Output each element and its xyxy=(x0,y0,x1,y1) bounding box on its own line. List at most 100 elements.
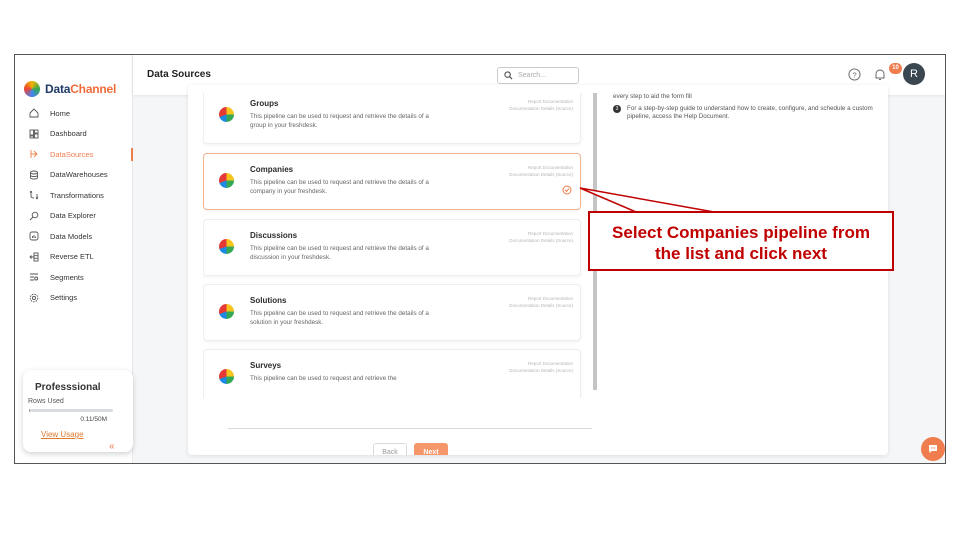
logo-icon xyxy=(24,81,40,97)
divider xyxy=(228,428,592,429)
pipeline-title: Discussions xyxy=(250,231,298,240)
chat-icon xyxy=(929,445,937,453)
sidebar-item-label: Home xyxy=(50,108,71,118)
pipeline-doc-links: Report Documentation Documentation Detail… xyxy=(509,360,573,374)
sidebar-item-label: Data Explorer xyxy=(50,211,96,221)
notification-badge: 10 xyxy=(889,63,902,74)
step-text: For a step-by-step guide to understand h… xyxy=(627,105,873,120)
instruction-callout: Select Companies pipeline from the list … xyxy=(588,211,894,271)
pipeline-description: This pipeline can be used to request and… xyxy=(250,113,429,129)
chat-button[interactable] xyxy=(921,437,945,461)
sidebar-item-label: Settings xyxy=(50,293,78,303)
search-input[interactable]: Search... xyxy=(497,67,579,84)
documentation-details-link[interactable]: Documentation Details (Source) xyxy=(509,367,573,374)
segments-icon xyxy=(29,272,39,282)
sidebar-item-label: DataWarehouses xyxy=(50,170,108,180)
pipeline-logo-icon xyxy=(219,173,234,188)
svg-text:?: ? xyxy=(852,70,856,79)
report-documentation-link[interactable]: Report Documentation xyxy=(509,360,573,367)
sidebar-item-label: Transformations xyxy=(50,190,104,200)
pipeline-logo-icon xyxy=(219,107,234,122)
help-icon[interactable]: ? xyxy=(848,68,861,81)
pipeline-card-companies[interactable]: Companies This pipeline can be used to r… xyxy=(203,153,581,210)
pipeline-card-surveys[interactable]: Surveys This pipeline can be used to req… xyxy=(203,349,581,398)
sidebar-item-dashboard[interactable]: Dashboard xyxy=(15,124,133,145)
sidebar-item-reverse-etl[interactable]: Reverse ETL xyxy=(15,247,133,268)
pipeline-title: Surveys xyxy=(250,361,282,370)
sidebar-item-transformations[interactable]: Transformations xyxy=(15,185,133,206)
plan-card: Professsional Rows Used 0.11/50M View Us… xyxy=(23,370,133,452)
brand-logo[interactable]: DataChannel xyxy=(24,81,116,97)
sidebar-item-label: Dashboard xyxy=(50,129,87,139)
collapse-sidebar-icon[interactable]: « xyxy=(109,441,115,452)
help-step: 3 For a step-by-step guide to understand… xyxy=(613,105,873,121)
plan-name: Professsional xyxy=(35,382,101,393)
sidebar-item-label: DataSources xyxy=(50,149,94,159)
pipeline-title: Companies xyxy=(250,165,294,174)
sidebar-item-datasources[interactable]: DataSources xyxy=(15,144,133,165)
pipeline-description: This pipeline can be used to request and… xyxy=(250,375,397,382)
callout-line-2: the list and click next xyxy=(655,244,827,263)
view-usage-link[interactable]: View Usage xyxy=(41,430,84,439)
datasources-icon xyxy=(29,149,39,159)
pipeline-card-solutions[interactable]: Solutions This pipeline can be used to r… xyxy=(203,284,581,341)
sidebar-item-settings[interactable]: Settings xyxy=(15,288,133,309)
next-button[interactable]: Next xyxy=(414,443,448,455)
callout-line-1: Select Companies pipeline from xyxy=(612,223,870,242)
rows-used-label: Rows Used xyxy=(28,398,64,405)
explorer-icon xyxy=(29,211,39,221)
report-documentation-link[interactable]: Report Documentation xyxy=(509,295,573,302)
pipeline-description: This pipeline can be used to request and… xyxy=(250,245,429,261)
pipeline-title: Solutions xyxy=(250,296,287,305)
sidebar-item-label: Data Models xyxy=(50,231,93,241)
documentation-details-link[interactable]: Documentation Details (Source) xyxy=(509,105,573,112)
pipeline-description: This pipeline can be used to request and… xyxy=(250,179,429,195)
models-icon xyxy=(29,231,39,241)
pipeline-description: This pipeline can be used to request and… xyxy=(250,310,429,326)
sidebar-item-label: Reverse ETL xyxy=(50,252,94,262)
pipeline-doc-links: Report Documentation Documentation Detail… xyxy=(509,164,573,178)
report-documentation-link[interactable]: Report Documentation xyxy=(509,98,573,105)
sidebar-item-data-explorer[interactable]: Data Explorer xyxy=(15,206,133,227)
report-documentation-link[interactable]: Report Documentation xyxy=(509,230,573,237)
step-number: 3 xyxy=(613,105,621,113)
selected-check-icon xyxy=(562,185,572,195)
pipeline-logo-icon xyxy=(219,239,234,254)
pipeline-doc-links: Report Documentation Documentation Detail… xyxy=(509,230,573,244)
sidebar-item-data-models[interactable]: Data Models xyxy=(15,226,133,247)
documentation-details-link[interactable]: Documentation Details (Source) xyxy=(509,302,573,309)
avatar[interactable]: R xyxy=(903,63,925,85)
pipeline-card-groups[interactable]: Groups This pipeline can be used to requ… xyxy=(203,93,581,144)
pipeline-title: Groups xyxy=(250,99,279,108)
back-button[interactable]: Back xyxy=(373,443,407,455)
transform-icon xyxy=(29,190,39,200)
dashboard-icon xyxy=(29,129,39,139)
search-icon xyxy=(504,71,513,80)
reverse-etl-icon xyxy=(29,252,39,262)
brand-name: DataChannel xyxy=(45,82,117,96)
home-icon xyxy=(29,108,39,118)
page-title: Data Sources xyxy=(147,69,211,80)
bell-icon[interactable] xyxy=(873,68,887,82)
sidebar: DataChannel Home Dashboard DataSources D… xyxy=(15,55,133,463)
database-icon xyxy=(29,170,39,180)
help-line: every step to aid the form fill xyxy=(613,93,692,100)
sidebar-item-label: Segments xyxy=(50,272,84,282)
sidebar-item-segments[interactable]: Segments xyxy=(15,267,133,288)
sidebar-item-home[interactable]: Home xyxy=(15,103,133,124)
usage-bar xyxy=(29,409,113,412)
settings-icon xyxy=(29,293,39,303)
pipeline-card-discussions[interactable]: Discussions This pipeline can be used to… xyxy=(203,219,581,276)
sidebar-item-datawarehouses[interactable]: DataWarehouses xyxy=(15,165,133,186)
report-documentation-link[interactable]: Report Documentation xyxy=(509,164,573,171)
pipeline-doc-links: Report Documentation Documentation Detail… xyxy=(509,295,573,309)
search-placeholder: Search... xyxy=(518,72,547,79)
help-instructions: every step to aid the form fill 3 For a … xyxy=(613,93,873,121)
callout-text: Select Companies pipeline from the list … xyxy=(590,222,892,264)
sidebar-nav: Home Dashboard DataSources DataWarehouse… xyxy=(15,103,133,308)
pipeline-list: Groups This pipeline can be used to requ… xyxy=(203,93,593,398)
pipeline-logo-icon xyxy=(219,304,234,319)
pipeline-doc-links: Report Documentation Documentation Detail… xyxy=(509,98,573,112)
documentation-details-link[interactable]: Documentation Details (Source) xyxy=(509,171,573,178)
documentation-details-link[interactable]: Documentation Details (Source) xyxy=(509,237,573,244)
